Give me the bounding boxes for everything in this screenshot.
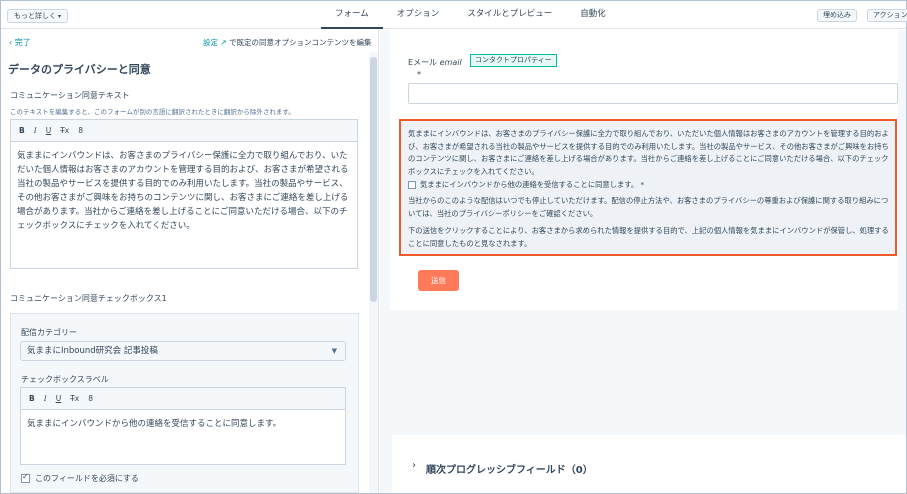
delivery-category-value: 気ままにInbound研究会 記事投稿 <box>27 346 158 356</box>
email-field-label: Eメール email <box>408 57 462 68</box>
panel-scrollbar[interactable] <box>369 52 378 493</box>
checkbox-label-label: チェックボックスラベル <box>21 375 109 384</box>
dropdown-arrow-icon: ▼ <box>331 347 337 355</box>
delivery-category-label: 配信カテゴリー <box>21 328 77 337</box>
done-button[interactable]: ‹ 完了 <box>9 37 31 48</box>
scroll-thumb[interactable] <box>370 57 377 302</box>
tab-style-preview[interactable]: スタイルとプレビュー <box>453 1 566 29</box>
clear-format-icon[interactable]: T̶x <box>70 394 79 403</box>
bold-icon[interactable]: B <box>19 126 25 135</box>
consent-block-selected[interactable]: 気ままにインバウンドは、お客さまのプライバシー保護に全力で取り組んでおり、いただ… <box>399 119 897 256</box>
required-asterisk: * <box>417 70 421 79</box>
progressive-fields-card[interactable]: › 順次プログレッシブフィールド（0） <box>392 435 906 493</box>
consent-settings-link-row: 設定 ↗ で既定の同意オプションコンテンツを編集 <box>203 37 372 48</box>
field-settings-panel: ‹ 完了 設定 ↗ で既定の同意オプションコンテンツを編集 データのプライバシー… <box>1 30 379 493</box>
chevron-down-icon: ▾ <box>58 13 62 20</box>
chevron-right-icon: › <box>412 460 416 471</box>
underline-icon[interactable]: U <box>56 394 62 403</box>
required-field-label: このフィールドを必須にする <box>35 474 139 483</box>
bold-icon[interactable]: B <box>29 394 35 403</box>
email-input[interactable] <box>408 83 898 104</box>
rich-text-toolbar-2: B I U T̶x 8 <box>21 388 345 410</box>
checkbox-section-label: コミュニケーション同意チェックボックス1 <box>10 294 167 303</box>
link-icon[interactable]: 8 <box>78 126 83 135</box>
checkbox-label-editor[interactable]: B I U T̶x 8 気ままにインバウンドから他の連絡を受信することに同意しま… <box>20 387 346 465</box>
email-label-text: Eメール <box>408 58 438 67</box>
italic-icon[interactable]: I <box>44 394 47 403</box>
top-bar: もっと詳しく ▾ フォーム オプション スタイルとプレビュー 自動化 埋め込み ア… <box>1 1 907 29</box>
embed-button[interactable]: 埋め込み <box>817 9 857 22</box>
consent-text-help: このテキストを編集すると、このフォームが別の言語に翻訳されたときに翻訳から除外さ… <box>10 108 295 116</box>
submit-notice-paragraph: 下の送信をクリックすることにより、お客さまから求められた情報を提供する目的で、上… <box>408 226 889 248</box>
delivery-category-select[interactable]: 気ままにInbound研究会 記事投稿 ▼ <box>20 341 346 361</box>
link-icon[interactable]: 8 <box>88 394 93 403</box>
submit-button[interactable]: 送信 <box>418 270 459 291</box>
consent-text-label: コミュニケーション同意テキスト <box>10 91 130 100</box>
progressive-fields-title: 順次プログレッシブフィールド（0） <box>426 465 593 476</box>
consent-text-body[interactable]: 気ままにインバウンドは、お客さまのプライバシー保護に全力で取り組んでおり、いただ… <box>11 142 357 240</box>
clear-format-icon[interactable]: T̶x <box>60 126 69 135</box>
settings-link-suffix: で既定の同意オプションコンテンツを編集 <box>229 38 372 47</box>
required-field-toggle[interactable]: このフィールドを必須にする <box>21 472 139 484</box>
external-link-icon: ↗ <box>218 38 230 47</box>
section-title: データのプライバシーと同意 <box>8 63 151 76</box>
form-preview-area: Eメール email コンタクトプロパティー * 気ままにインバウンドは、お客さ… <box>380 30 906 493</box>
contact-property-badge: コンタクトプロパティー <box>470 54 557 67</box>
unsubscribe-paragraph: 当社からのこのような配信はいつでも停止していただけます。配信の停止方法や、お客さ… <box>408 196 889 218</box>
consent-paragraph: 気ままにインバウンドは、お客さまのプライバシー保護に全力で取り組んでおり、いただ… <box>408 129 889 176</box>
underline-icon[interactable]: U <box>46 126 52 135</box>
tab-form[interactable]: フォーム <box>321 1 383 29</box>
consent-checkbox-label: 気ままにインバウンドから他の連絡を受信することに同意します。 * <box>420 180 645 189</box>
rich-text-toolbar: B I U T̶x 8 <box>11 120 357 142</box>
editor-tabs: フォーム オプション スタイルとプレビュー 自動化 <box>321 1 620 29</box>
done-label: 完了 <box>14 38 31 47</box>
consent-checkbox-row[interactable]: 気ままにインバウンドから他の連絡を受信することに同意します。 * <box>408 179 890 191</box>
form-preview-card: Eメール email コンタクトプロパティー * 気ままにインバウンドは、お客さ… <box>390 30 898 310</box>
tab-options[interactable]: オプション <box>383 1 454 29</box>
tab-automation[interactable]: 自動化 <box>566 1 620 29</box>
actions-button[interactable]: アクション <box>867 9 907 22</box>
checkbox-label-body[interactable]: 気ままにインバウンドから他の連絡を受信することに同意します。 <box>21 410 345 438</box>
checkbox-unchecked-icon[interactable] <box>408 181 416 189</box>
italic-icon[interactable]: I <box>34 126 37 135</box>
email-internal-name: email <box>439 58 462 67</box>
settings-link[interactable]: 設定 <box>203 38 218 47</box>
consent-text-editor[interactable]: B I U T̶x 8 気ままにインバウンドは、お客さまのプライバシー保護に全力… <box>10 119 358 269</box>
more-details-button[interactable]: もっと詳しく ▾ <box>7 9 69 23</box>
more-details-label: もっと詳しく <box>14 12 56 20</box>
checkbox-checked-icon[interactable] <box>21 472 30 483</box>
